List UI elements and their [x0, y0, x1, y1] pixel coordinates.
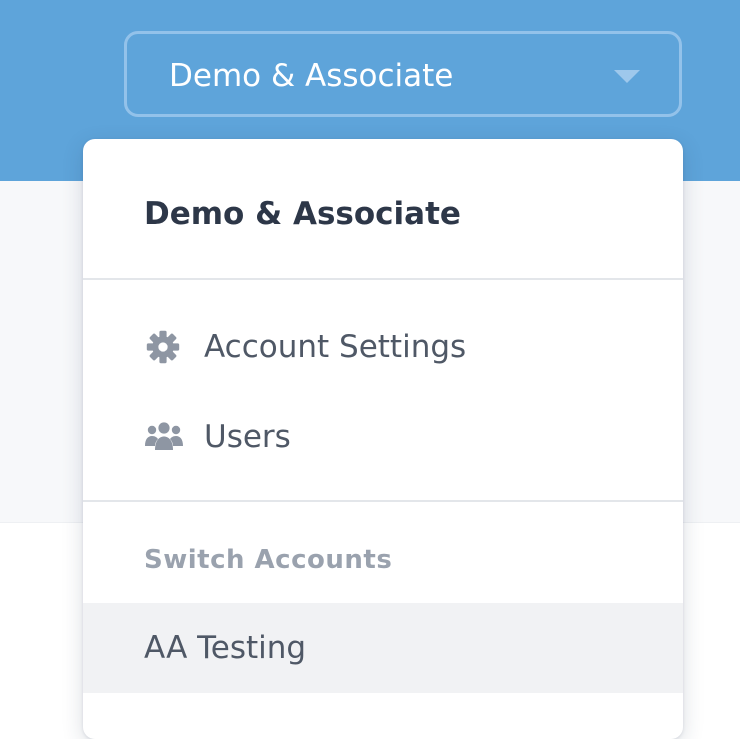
- account-selector-value: Demo & Associate: [169, 58, 454, 94]
- switch-account-item-aa-testing[interactable]: AA Testing: [83, 603, 683, 693]
- dropdown-header: Demo & Associate: [83, 139, 683, 280]
- current-account-name: Demo & Associate: [144, 196, 461, 232]
- account-selector[interactable]: Demo & Associate: [124, 31, 682, 117]
- menu-item-account-settings[interactable]: Account Settings: [83, 309, 683, 385]
- account-dropdown-menu: Demo & Associate Account Settings Users …: [83, 139, 683, 739]
- menu-item-label: Account Settings: [204, 329, 467, 365]
- menu-item-label: Users: [204, 419, 291, 455]
- menu-item-users[interactable]: Users: [83, 399, 683, 475]
- menu-divider: [83, 500, 683, 502]
- switch-account-label: AA Testing: [144, 630, 307, 666]
- gear-icon: [144, 329, 182, 365]
- chevron-down-icon: [614, 70, 640, 83]
- switch-accounts-heading: Switch Accounts: [144, 545, 393, 575]
- users-icon: [144, 419, 183, 455]
